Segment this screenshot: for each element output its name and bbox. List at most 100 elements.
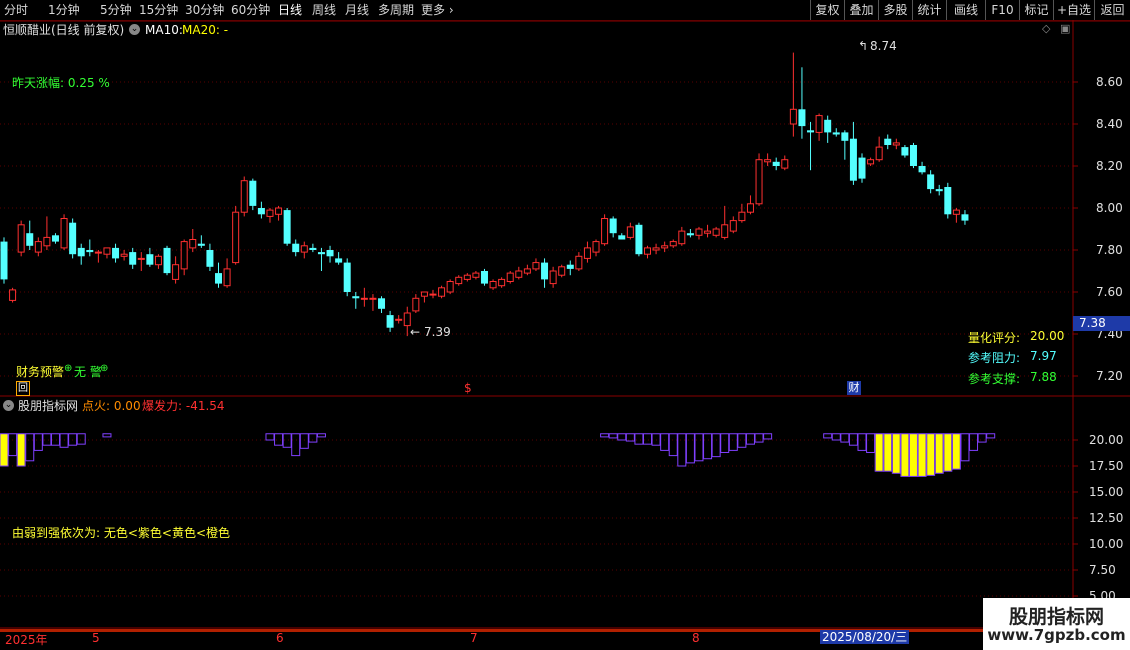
candle-body <box>112 247 120 259</box>
score-value: 20.00 <box>1030 329 1065 343</box>
candle-body <box>832 132 840 135</box>
candle-body <box>103 247 111 255</box>
price-tick-label: 7.20 <box>1096 369 1123 383</box>
candle-body <box>429 293 437 296</box>
indicator-bar-purple <box>316 433 326 438</box>
candle-body <box>686 233 694 236</box>
sub-tick-label: 20.00 <box>1089 433 1123 447</box>
candle-body <box>472 272 480 278</box>
candle-body <box>712 228 720 236</box>
indicator-bar-yellow <box>875 433 883 472</box>
candle-body <box>609 218 617 234</box>
candle-body <box>661 245 669 249</box>
indicator-bar-purple <box>291 433 301 457</box>
indicator-bar-purple <box>643 433 652 445</box>
candle-body <box>120 253 128 257</box>
candle-body <box>34 241 42 253</box>
candle-body <box>300 245 308 253</box>
marker-cai[interactable]: 财 <box>847 381 861 395</box>
candle-body <box>764 159 772 163</box>
candle-body <box>841 132 849 141</box>
candle-body <box>206 250 214 267</box>
yesterday-change: 昨天涨幅: 0.25 % <box>12 76 110 90</box>
indicator-bar-yellow <box>884 433 892 472</box>
timeline-label-june: 6 <box>276 631 284 645</box>
candle-body <box>189 239 197 249</box>
candle-body <box>403 312 411 327</box>
candle-body <box>275 207 283 215</box>
candle-body <box>9 289 17 301</box>
candle-body <box>644 247 651 255</box>
candle-body <box>918 166 926 173</box>
candle-body <box>935 189 943 192</box>
candle-body <box>583 247 591 259</box>
indicator-bar-purple <box>8 433 18 457</box>
low-price-label: 7.39 <box>424 325 451 339</box>
candle-body <box>129 252 137 265</box>
indicator-bar-yellow <box>17 433 25 466</box>
indicator-bar-purple <box>977 433 987 443</box>
indicator-bar-purple <box>668 433 678 457</box>
candle-body <box>283 210 291 244</box>
indicator-bar-purple <box>634 433 644 445</box>
candle-body <box>858 157 866 179</box>
sub-tick-label: 12.50 <box>1089 511 1123 525</box>
indicator-bar-yellow <box>927 433 935 476</box>
candle-body <box>335 258 343 263</box>
dropdown-icon[interactable]: ⌄ <box>3 400 14 411</box>
candle-body <box>824 119 832 133</box>
indicator-bar-purple <box>986 433 996 439</box>
burst-label: 爆发力: -41.54 <box>142 399 225 413</box>
indicator-bar-purple <box>703 433 713 460</box>
candle-body <box>781 159 789 169</box>
ignite-label: 点火: 0.00 <box>82 399 141 413</box>
candle-body <box>592 241 600 253</box>
candle-body <box>952 209 960 215</box>
marker-dollar[interactable]: $ <box>464 381 472 395</box>
indicator-bar-purple <box>737 433 747 448</box>
candle-body <box>909 145 917 166</box>
candle-body <box>455 276 463 285</box>
candle-body <box>154 255 162 266</box>
price-tick-label: 8.20 <box>1096 159 1123 173</box>
candle-body <box>215 273 222 284</box>
candle-body <box>532 262 540 270</box>
indicator-bar-yellow <box>0 433 8 466</box>
sub-tick-label: 10.00 <box>1089 537 1123 551</box>
candle-body <box>601 218 609 245</box>
price-tick-label: 8.40 <box>1096 117 1123 131</box>
indicator-bar-purple <box>308 433 318 443</box>
score-label: 量化评分: <box>968 331 1021 345</box>
candle-body <box>180 241 188 270</box>
candle-body <box>506 272 514 283</box>
candle-body <box>480 271 488 284</box>
marker-hui[interactable]: 回 <box>16 381 30 396</box>
candle-body <box>420 291 428 297</box>
candle-body <box>360 297 368 300</box>
indicator-bar-purple <box>754 433 764 443</box>
indicator-bar-purple <box>866 433 876 453</box>
timeline-label-year: 2025年 <box>5 633 48 647</box>
price-tick-label: 8.60 <box>1096 75 1123 89</box>
candle-body <box>378 298 386 309</box>
candle-body <box>746 203 754 213</box>
indicator-bar-purple <box>745 433 755 445</box>
timeline-label-august: 8 <box>692 631 700 645</box>
arrow-left-icon: ↰ <box>858 39 869 53</box>
candle-body <box>240 180 248 213</box>
indicator-bar-purple <box>617 433 627 441</box>
candle-body <box>369 297 377 300</box>
candle-body <box>386 315 394 328</box>
candle-body <box>249 180 257 206</box>
candle-body <box>755 159 763 205</box>
candle-body <box>446 281 454 293</box>
candle-body <box>558 266 566 276</box>
indicator-bar-yellow <box>901 433 909 477</box>
candle-body <box>549 270 557 285</box>
indicator-bar-yellow <box>909 433 917 477</box>
timeline-label-july: 7 <box>470 631 478 645</box>
candle-body <box>652 247 660 251</box>
candle-body <box>232 211 240 264</box>
indicator-bar-purple <box>68 433 78 446</box>
candle-body <box>77 247 85 257</box>
